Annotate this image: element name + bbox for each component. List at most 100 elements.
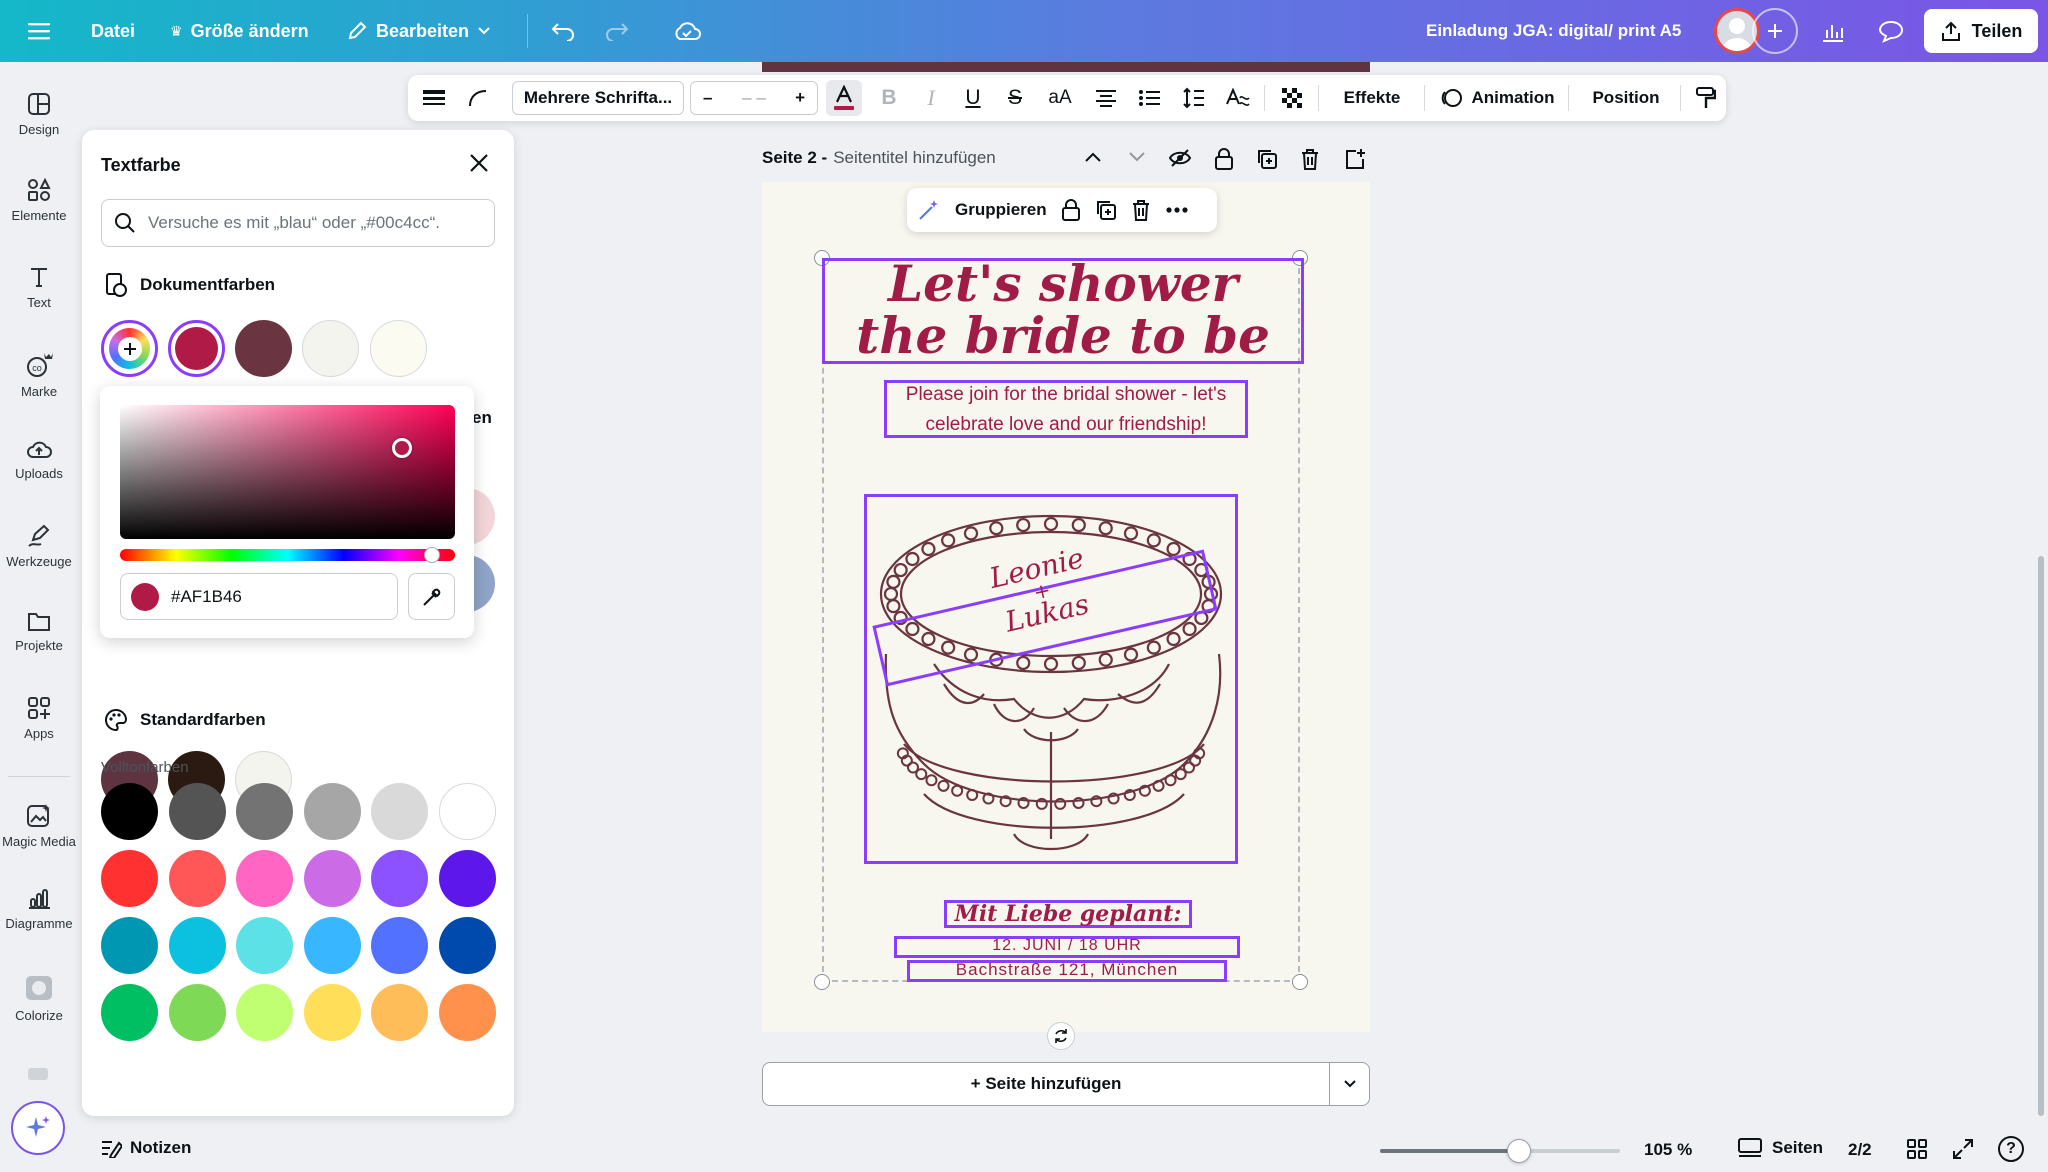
increase-size-button[interactable]: + — [795, 88, 805, 108]
resize-handle[interactable] — [814, 974, 830, 990]
close-icon[interactable] — [468, 152, 490, 179]
solid-color-swatch[interactable] — [439, 984, 496, 1041]
notes-button[interactable]: Notizen — [100, 1138, 191, 1158]
solid-color-swatch[interactable] — [371, 783, 429, 840]
cloud-saved-icon[interactable] — [664, 13, 710, 49]
color-search-input[interactable]: Versuche es mit „blau“ oder „#00c4cc“. — [101, 199, 495, 247]
add-collaborator-icon[interactable] — [1752, 8, 1798, 54]
design-page[interactable]: Gruppieren Let's shower the bride to be … — [762, 182, 1370, 1032]
lock-icon[interactable] — [1061, 199, 1081, 221]
solid-color-swatch[interactable] — [168, 783, 226, 840]
solid-color-swatch[interactable] — [101, 984, 158, 1041]
doc-color-swatch[interactable] — [168, 320, 225, 377]
rail-item-magic-media[interactable]: Magic Media — [0, 802, 78, 849]
text-effects-icon[interactable] — [1220, 75, 1256, 121]
solid-color-swatch[interactable] — [168, 984, 226, 1041]
solid-color-swatch[interactable] — [236, 984, 294, 1041]
solid-color-swatch[interactable] — [303, 917, 361, 974]
zoom-slider[interactable] — [1380, 1139, 1620, 1163]
resize-handle[interactable] — [1292, 974, 1308, 990]
underline-icon[interactable]: U — [958, 75, 988, 121]
page-count[interactable]: 2/2 — [1848, 1140, 1872, 1160]
decrease-size-button[interactable]: – — [703, 88, 712, 108]
duplicate-icon[interactable] — [1095, 199, 1117, 221]
magic-assistant-button[interactable] — [11, 1101, 65, 1155]
position-button[interactable]: Position — [1578, 75, 1674, 121]
rail-item-projects[interactable]: Projekte — [0, 610, 78, 653]
hue-handle[interactable] — [423, 547, 440, 563]
move-down-icon[interactable] — [1128, 150, 1146, 169]
rail-item-brand[interactable]: co Marke — [0, 350, 78, 399]
add-page-icon[interactable] — [1344, 148, 1366, 175]
bold-icon[interactable]: B — [874, 75, 904, 121]
align-center-icon[interactable] — [1088, 75, 1124, 121]
rail-item-colorize[interactable]: Colorize — [0, 974, 78, 1023]
doc-color-swatch[interactable] — [370, 320, 427, 377]
vertical-scrollbar[interactable] — [2038, 556, 2044, 1116]
hide-page-icon[interactable] — [1168, 148, 1192, 173]
transparency-icon[interactable] — [1274, 75, 1310, 121]
bullet-list-icon[interactable] — [1132, 75, 1168, 121]
solid-color-swatch[interactable] — [168, 850, 226, 907]
strikethrough-icon[interactable]: S — [1000, 75, 1030, 121]
doc-color-swatch[interactable] — [235, 320, 292, 377]
solid-color-swatch[interactable] — [101, 850, 158, 907]
rail-item-uploads[interactable]: Uploads — [0, 438, 78, 481]
file-menu[interactable]: Datei — [91, 0, 135, 62]
saturation-area[interactable] — [120, 405, 455, 539]
curve-icon[interactable] — [460, 75, 496, 121]
solid-color-swatch[interactable] — [439, 783, 496, 840]
font-size-value[interactable]: – – — [742, 88, 766, 108]
rail-item-tools[interactable]: Werkzeuge — [0, 524, 78, 569]
solid-color-swatch[interactable] — [101, 783, 158, 840]
add-page-button[interactable]: + Seite hinzufügen — [763, 1063, 1329, 1105]
insights-icon[interactable] — [1810, 9, 1856, 53]
undo-icon[interactable] — [540, 13, 586, 49]
solid-color-swatch[interactable] — [439, 850, 496, 907]
solid-color-swatch[interactable] — [303, 984, 361, 1041]
share-button[interactable]: Teilen — [1924, 9, 2038, 53]
menu-icon[interactable] — [16, 13, 62, 49]
doc-color-swatch[interactable] — [302, 320, 359, 377]
zoom-level[interactable]: 105 % — [1644, 1140, 1692, 1160]
document-title[interactable]: Einladung JGA: digital/ print A5 — [1426, 0, 1681, 62]
redo-icon[interactable] — [594, 13, 640, 49]
rail-item-charts[interactable]: Diagramme — [0, 888, 78, 931]
lock-icon[interactable] — [1214, 148, 1234, 175]
solid-color-swatch[interactable] — [371, 850, 429, 907]
italic-icon[interactable]: I — [916, 75, 946, 121]
help-icon[interactable]: ? — [1998, 1136, 2024, 1162]
rail-more-icon[interactable] — [28, 1068, 48, 1080]
font-family-select[interactable]: Mehrere Schrifta... — [512, 81, 684, 115]
spacing-icon[interactable] — [1176, 75, 1212, 121]
resize-button[interactable]: ♛ Größe ändern — [170, 0, 309, 62]
solid-color-swatch[interactable] — [303, 850, 361, 907]
solid-color-swatch[interactable] — [236, 917, 294, 974]
solid-color-swatch[interactable] — [236, 783, 294, 840]
grid-view-icon[interactable] — [1906, 1138, 1928, 1165]
hue-slider[interactable] — [120, 547, 455, 563]
trash-icon[interactable] — [1131, 199, 1151, 221]
text-color-button[interactable] — [826, 80, 862, 116]
eyedropper-button[interactable] — [408, 573, 455, 620]
zoom-slider-knob[interactable] — [1507, 1139, 1532, 1163]
rail-item-text[interactable]: Text — [0, 265, 78, 310]
animation-button[interactable]: Animation — [1434, 75, 1562, 121]
move-up-icon[interactable] — [1084, 150, 1102, 169]
comment-icon[interactable] — [1868, 9, 1914, 53]
group-button[interactable]: Gruppieren — [955, 200, 1047, 220]
line-weight-icon[interactable] — [416, 75, 452, 121]
solid-color-swatch[interactable] — [371, 917, 429, 974]
solid-color-swatch[interactable] — [236, 850, 294, 907]
hex-input[interactable]: #AF1B46 — [120, 573, 398, 620]
duplicate-page-icon[interactable] — [1256, 148, 1278, 175]
solid-color-swatch[interactable] — [168, 917, 226, 974]
solid-color-swatch[interactable] — [101, 917, 158, 974]
fullscreen-icon[interactable] — [1952, 1138, 1974, 1165]
more-icon[interactable] — [1165, 206, 1189, 214]
page-title-input[interactable]: Seitentitel hinzufügen — [833, 148, 996, 168]
rail-item-apps[interactable]: Apps — [0, 696, 78, 741]
effects-button[interactable]: Effekte — [1328, 75, 1416, 121]
solid-color-swatch[interactable] — [439, 917, 496, 974]
add-color-button[interactable] — [101, 320, 158, 377]
